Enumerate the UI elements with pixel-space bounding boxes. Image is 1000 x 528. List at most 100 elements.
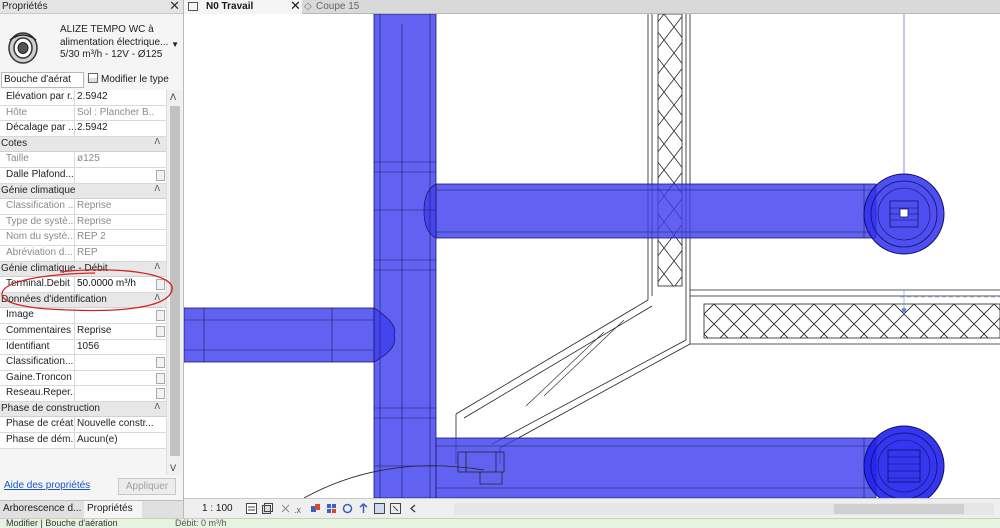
air-terminal-lower[interactable] — [863, 425, 945, 498]
svg-text:.x: .x — [294, 505, 302, 514]
column-divider — [74, 121, 75, 136]
visual-style-icon[interactable] — [262, 503, 273, 514]
property-row: Abréviation d... REP — [0, 245, 166, 262]
property-group-header[interactable]: Phase de construction ᐱ — [0, 401, 166, 418]
property-row: Hôte Sol : Plancher B... — [0, 105, 166, 122]
property-row[interactable]: Commentaires Reprise — [0, 323, 166, 340]
property-group-header[interactable]: Données d'identification ᐱ — [0, 292, 166, 309]
property-value[interactable]: 1056 — [77, 341, 155, 352]
tab-project-browser[interactable]: Arborescence d... — [0, 501, 82, 518]
scroll-up-icon[interactable]: ᐱ — [170, 92, 176, 103]
property-row: Taille ø125 — [0, 152, 166, 168]
property-value[interactable]: Aucun(e) — [77, 434, 155, 445]
group-label: Phase de construction — [1, 402, 100, 414]
properties-help-link[interactable]: Aide des propriétés — [4, 480, 90, 491]
instance-filter-dropdown[interactable]: Bouche d'aérat — [1, 72, 84, 88]
close-tab-icon[interactable]: ✕ — [290, 0, 301, 14]
property-value: ø125 — [77, 153, 100, 165]
edit-value-button[interactable] — [156, 388, 165, 400]
edit-value-button[interactable] — [156, 310, 165, 322]
column-divider — [74, 355, 75, 370]
column-divider — [74, 167, 75, 183]
highlight-displacement-icon[interactable] — [390, 503, 401, 514]
collapse-icon[interactable]: ᐱ — [155, 184, 160, 193]
reveal-hidden-icon[interactable] — [358, 503, 369, 514]
edit-value-button[interactable] — [156, 279, 165, 291]
collapse-icon[interactable]: ᐱ — [155, 137, 160, 146]
property-group-header[interactable]: Cotes ᐱ — [0, 136, 166, 153]
property-row[interactable]: Élévation par r... 2.5942 — [0, 90, 166, 106]
edit-value-button[interactable] — [156, 325, 165, 337]
status-bar: Modifier | Bouche d'aération Débit: 0 m³… — [0, 518, 1000, 528]
tab-label: N0 Travail — [206, 1, 254, 12]
column-divider — [74, 308, 75, 323]
column-divider — [74, 386, 75, 401]
property-value[interactable]: Reprise — [77, 325, 155, 336]
edit-type-icon — [88, 73, 98, 83]
property-row[interactable]: Gaine.Troncon — [0, 370, 166, 387]
shadows-icon[interactable]: .x — [294, 503, 305, 514]
detail-level-icon[interactable] — [246, 503, 257, 514]
analysis-display-icon[interactable] — [374, 503, 385, 514]
property-key: Reseau.Reper... — [6, 387, 76, 399]
property-group-header[interactable]: Génie climatique ᐱ — [0, 183, 166, 200]
property-row[interactable]: Décalage par ... 2.5942 — [0, 121, 166, 137]
property-value[interactable]: 50.0000 m³/h — [77, 278, 155, 289]
type-selector[interactable]: ALIZE TEMPO WC à alimentation électrique… — [0, 14, 183, 70]
column-divider — [74, 245, 75, 261]
property-value[interactable]: Nouvelle constr... — [77, 418, 155, 429]
family-name: ALIZE TEMPO WC à alimentation électrique… — [60, 24, 169, 48]
properties-panel-header: Propriétés ✕ — [0, 0, 183, 14]
property-row[interactable]: Phase de créat... Nouvelle constr... — [0, 417, 166, 434]
property-key: Phase de dém... — [6, 434, 76, 446]
scrollbar-thumb[interactable] — [834, 504, 964, 514]
properties-scrollbar[interactable]: ᐱ ᐯ — [166, 90, 182, 475]
property-value: Reprise — [77, 215, 112, 227]
show-crop-icon[interactable] — [326, 503, 337, 514]
apply-button[interactable]: Appliquer — [118, 478, 176, 495]
tab-coupe-15[interactable]: ◇ Coupe 15 — [302, 0, 392, 14]
property-row[interactable]: Terminal.Debit 50.0000 m³/h — [0, 277, 166, 293]
canvas-horizontal-scrollbar[interactable] — [454, 503, 994, 515]
collapse-icon[interactable]: ᐱ — [155, 293, 160, 302]
scroll-down-icon[interactable]: ᐯ — [170, 463, 176, 474]
property-value[interactable]: 2.5942 — [77, 122, 155, 133]
properties-close-icon[interactable]: ✕ — [169, 0, 180, 14]
property-row[interactable]: Reseau.Reper... — [0, 386, 166, 402]
collapse-icon[interactable]: ᐱ — [155, 402, 160, 411]
column-divider — [74, 214, 75, 230]
property-row[interactable]: Phase de dém... Aucun(e) — [0, 433, 166, 449]
crop-view-icon[interactable] — [310, 503, 321, 514]
edit-value-button[interactable] — [156, 372, 165, 384]
property-key: Abréviation d... — [6, 246, 73, 258]
property-row[interactable]: Dalle Plafond... — [0, 167, 166, 184]
air-terminal-upper[interactable] — [863, 14, 945, 255]
column-divider — [74, 370, 75, 386]
property-row[interactable]: Image — [0, 308, 166, 324]
collapse-icon[interactable]: ᐱ — [155, 262, 160, 271]
property-value[interactable]: 2.5942 — [77, 91, 155, 102]
view-tab-bar: N0 Travail ✕ ◇ Coupe 15 — [184, 0, 1000, 14]
property-key: Terminal.Debit — [6, 278, 70, 290]
dropdown-arrow-icon[interactable]: ▼ — [171, 40, 179, 49]
expand-chevron-icon[interactable] — [408, 503, 419, 514]
property-key: Classification ... — [6, 200, 76, 212]
view-scale[interactable]: 1 : 100 — [202, 503, 233, 514]
edit-value-button[interactable] — [156, 357, 165, 369]
sun-path-icon[interactable] — [280, 503, 291, 514]
property-group-header[interactable]: Génie climatique - Débit ᐱ — [0, 261, 166, 278]
property-value: REP — [77, 246, 98, 258]
drawing-canvas[interactable] — [184, 14, 1000, 498]
tab-properties[interactable]: Propriétés — [84, 501, 142, 518]
branch-duct-left — [184, 307, 375, 363]
properties-panel: Propriétés ✕ ALIZE TEMPO WC à alimentati… — [0, 0, 184, 518]
edit-value-button[interactable] — [156, 169, 165, 181]
edit-type-button[interactable]: Modifier le type — [88, 72, 180, 88]
property-row[interactable]: Identifiant 1056 — [0, 339, 166, 356]
scrollbar-thumb[interactable] — [170, 106, 180, 456]
tab-n0-travail[interactable]: N0 Travail ✕ — [184, 0, 302, 14]
temporary-hide-icon[interactable] — [342, 503, 353, 514]
property-row[interactable]: Classification... — [0, 355, 166, 371]
property-key: Élévation par r... — [6, 91, 76, 102]
column-divider — [74, 199, 75, 214]
